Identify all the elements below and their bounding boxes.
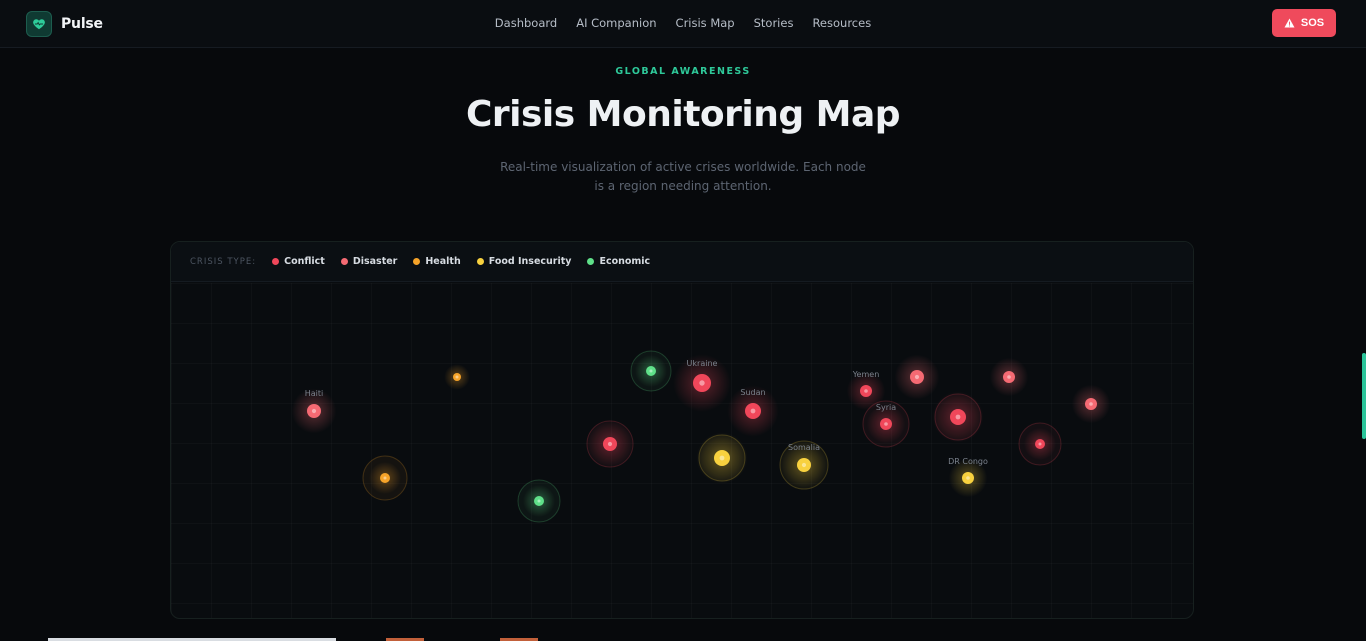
page-subtitle: Real-time visualization of active crises… xyxy=(483,158,883,196)
crisis-node-dr-congo[interactable]: DR Congo xyxy=(948,457,988,498)
node-label: DR Congo xyxy=(948,457,988,466)
node-core xyxy=(955,414,961,420)
crisis-node-sudan[interactable]: Sudan xyxy=(727,385,779,437)
crisis-node[interactable] xyxy=(1071,384,1111,424)
node-core xyxy=(719,455,725,461)
node-label: Yemen xyxy=(852,370,880,379)
legend-item-food-insecurity[interactable]: Food Insecurity xyxy=(476,256,572,267)
node-label: Somalia xyxy=(788,443,820,452)
node-core xyxy=(1038,442,1042,446)
legend-dot-food-insecurity xyxy=(476,258,484,265)
crisis-node-haiti[interactable]: Haiti xyxy=(291,388,337,434)
nav-links: Dashboard AI Companion Crisis Map Storie… xyxy=(0,16,1366,30)
node-label: Ukraine xyxy=(687,359,718,368)
crisis-node[interactable] xyxy=(362,455,408,501)
nav-link-crisis-map[interactable]: Crisis Map xyxy=(676,16,735,30)
crisis-node[interactable] xyxy=(444,364,470,390)
subtitle-line-1: Real-time visualization of active crises… xyxy=(500,160,866,174)
crisis-node[interactable] xyxy=(517,479,561,523)
node-core xyxy=(1089,402,1093,406)
nav-link-resources[interactable]: Resources xyxy=(812,16,871,30)
nav-link-ai-companion[interactable]: AI Companion xyxy=(576,16,656,30)
section-eyebrow: GLOBAL AWARENESS xyxy=(615,66,751,77)
crisis-type-legend: CRISIS TYPE: Conflict Disaster Health Fo… xyxy=(171,242,1193,282)
crisis-node[interactable] xyxy=(894,354,940,400)
crisis-node[interactable] xyxy=(630,350,672,392)
crisis-node-syria[interactable]: Syria xyxy=(862,400,910,448)
crisis-node[interactable] xyxy=(932,391,984,443)
node-core xyxy=(455,375,459,379)
warning-icon xyxy=(1284,18,1295,28)
node-core xyxy=(649,369,653,373)
sos-label: SOS xyxy=(1300,17,1325,29)
node-core xyxy=(914,374,920,380)
node-core xyxy=(884,422,888,426)
legend-dot-economic xyxy=(587,258,595,265)
legend-label-disaster: Disaster xyxy=(352,256,398,267)
crisis-map-card: CRISIS TYPE: Conflict Disaster Health Fo… xyxy=(170,241,1194,619)
node-core xyxy=(1007,375,1011,379)
legend-item-economic[interactable]: Economic xyxy=(587,256,650,267)
node-label: Syria xyxy=(876,403,896,412)
legend-label-food-insecurity: Food Insecurity xyxy=(488,256,572,267)
crisis-node[interactable] xyxy=(586,420,634,468)
node-core xyxy=(699,380,705,386)
legend-label-economic: Economic xyxy=(599,256,651,267)
node-label: Sudan xyxy=(740,388,765,397)
legend-title: CRISIS TYPE: xyxy=(190,256,257,267)
nav-link-dashboard[interactable]: Dashboard xyxy=(495,16,557,30)
legend-label-conflict: Conflict xyxy=(284,256,325,267)
node-core xyxy=(801,462,807,468)
legend-item-health[interactable]: Health xyxy=(413,256,461,267)
node-label: Haiti xyxy=(305,389,324,398)
legend-item-disaster[interactable]: Disaster xyxy=(340,256,398,267)
page-title: Crisis Monitoring Map xyxy=(465,94,901,135)
top-navbar: Pulse Dashboard AI Companion Crisis Map … xyxy=(0,0,1366,48)
map-grid: Haiti Ukraine Sudan Somalia Yemen Syria DR Con… xyxy=(171,283,1193,618)
crisis-node-layer: Haiti Ukraine Sudan Somalia Yemen Syria DR Con… xyxy=(291,350,1111,523)
node-core xyxy=(750,408,756,414)
crisis-node[interactable] xyxy=(989,357,1029,397)
node-core xyxy=(537,499,541,503)
crisis-node[interactable] xyxy=(1018,422,1062,466)
legend-dot-disaster xyxy=(340,258,348,265)
node-core xyxy=(966,476,970,480)
crisis-node[interactable] xyxy=(696,432,748,484)
node-core xyxy=(311,408,317,414)
nav-link-stories[interactable]: Stories xyxy=(754,16,794,30)
legend-dot-conflict xyxy=(272,258,280,265)
legend-dot-health xyxy=(413,258,421,265)
legend-label-health: Health xyxy=(425,256,461,267)
node-core xyxy=(383,476,387,480)
scrollbar-thumb[interactable] xyxy=(1362,353,1366,439)
subtitle-line-2: is a region needing attention. xyxy=(594,179,772,193)
sos-button[interactable]: SOS xyxy=(1272,9,1336,37)
node-core xyxy=(864,389,868,393)
legend-item-conflict[interactable]: Conflict xyxy=(272,256,325,267)
crisis-node-somalia[interactable]: Somalia xyxy=(779,440,829,490)
crisis-node-ukraine[interactable]: Ukraine xyxy=(673,354,731,412)
node-core xyxy=(607,441,613,447)
